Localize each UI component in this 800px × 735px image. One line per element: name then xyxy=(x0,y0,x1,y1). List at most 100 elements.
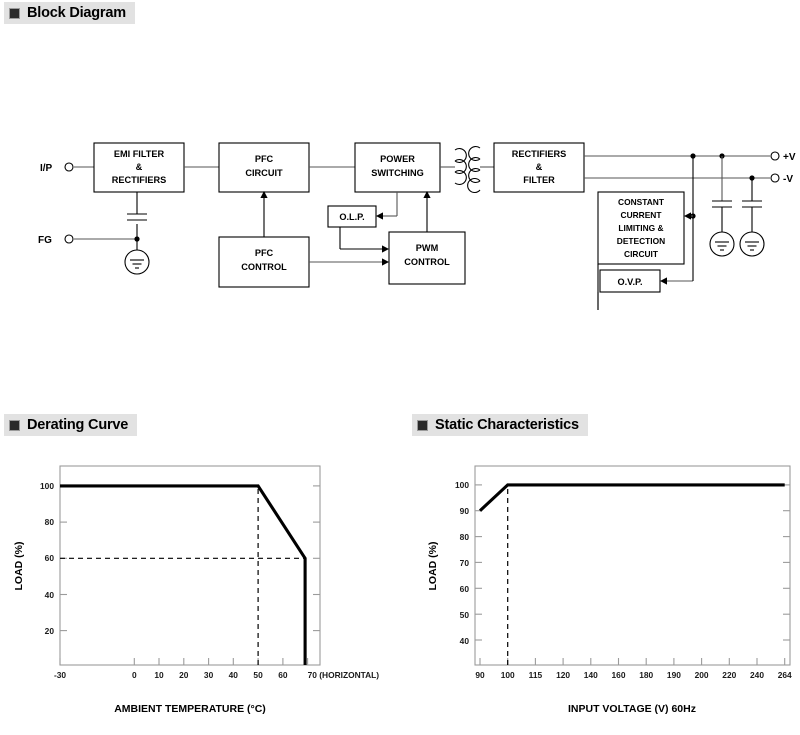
x-axis-labels: -30 0 10 20 30 40 50 60 70 (HORIZONTAL) xyxy=(54,670,379,680)
terminal-label-vpos: +V xyxy=(783,152,796,163)
block-diagram: I/P FG EMI FILTER & RECTIFIERS PFC CIRCU… xyxy=(0,110,800,310)
svg-text:200: 200 xyxy=(695,670,709,680)
derating-curve-chart: 100 80 60 40 20 -30 0 10 20 30 40 50 60 … xyxy=(0,440,400,735)
svg-text:220: 220 xyxy=(722,670,736,680)
svg-text:90: 90 xyxy=(475,670,485,680)
block-rectifiers-filter: RECTIFIERS & FILTER xyxy=(493,142,585,193)
svg-text:80: 80 xyxy=(45,517,55,527)
svg-text:40: 40 xyxy=(460,636,470,646)
svg-text:100: 100 xyxy=(501,670,515,680)
earth-ground-icon xyxy=(124,249,150,275)
plot-area xyxy=(474,465,791,666)
svg-text:LIMITING &: LIMITING & xyxy=(618,223,663,233)
svg-text:100: 100 xyxy=(40,481,54,491)
filled-square-icon xyxy=(417,419,428,431)
svg-text:180: 180 xyxy=(639,670,653,680)
x-axis-title: AMBIENT TEMPERATURE (°C) xyxy=(114,703,266,715)
filled-square-icon xyxy=(9,7,20,19)
filled-square-icon xyxy=(9,419,20,431)
terminal-label-vneg: -V xyxy=(783,174,793,185)
svg-text:CONTROL: CONTROL xyxy=(241,262,287,272)
svg-text:RECTIFIERS: RECTIFIERS xyxy=(512,149,567,159)
svg-text:264: 264 xyxy=(778,670,792,680)
block-pfc-circuit: PFC CIRCUIT xyxy=(218,142,310,193)
section-title: Derating Curve xyxy=(27,416,129,433)
y-axis-title: LOAD (%) xyxy=(427,542,439,591)
terminal-label-ip: I/P xyxy=(40,163,53,174)
terminal-vpos xyxy=(770,151,780,161)
svg-text:O.V.P.: O.V.P. xyxy=(617,277,642,287)
svg-text:40: 40 xyxy=(229,670,239,680)
block-pfc-control: PFC CONTROL xyxy=(218,236,310,288)
terminal-input xyxy=(64,162,74,172)
static-characteristics-chart: 100 90 80 70 60 50 40 90 100 115 120 140… xyxy=(400,440,800,735)
earth-ground-icon xyxy=(739,231,765,257)
plot-area xyxy=(59,465,321,666)
block-power-switching: POWER SWITCHING xyxy=(354,142,441,193)
capacitor-icon xyxy=(127,213,147,221)
section-header-derating-curve: Derating Curve xyxy=(4,414,138,436)
svg-text:&: & xyxy=(536,162,543,172)
svg-text:PFC: PFC xyxy=(255,248,274,258)
transformer-icon xyxy=(454,145,481,194)
svg-text:PFC: PFC xyxy=(255,154,274,164)
block-constant-current-limiting-detection-circuit: CONSTANT CURRENT LIMITING & DETECTION CI… xyxy=(597,191,685,265)
svg-text:30: 30 xyxy=(204,670,214,680)
capacitor-icon xyxy=(742,200,762,208)
terminal-fg xyxy=(64,234,74,244)
svg-text:SWITCHING: SWITCHING xyxy=(371,168,424,178)
x-axis-labels: 90 100 115 120 140 160 180 190 200 220 2… xyxy=(475,670,792,680)
capacitor-icon xyxy=(712,200,732,208)
section-title: Block Diagram xyxy=(27,4,126,21)
svg-text:FILTER: FILTER xyxy=(523,175,555,185)
svg-text:115: 115 xyxy=(529,670,543,680)
svg-text:POWER: POWER xyxy=(380,154,415,164)
svg-text:10: 10 xyxy=(154,670,164,680)
svg-text:CURRENT: CURRENT xyxy=(621,210,663,220)
svg-text:CONTROL: CONTROL xyxy=(404,257,450,267)
svg-text:140: 140 xyxy=(584,670,598,680)
earth-ground-icon xyxy=(709,231,735,257)
svg-text:40: 40 xyxy=(45,590,55,600)
svg-text:&: & xyxy=(136,162,143,172)
svg-text:20: 20 xyxy=(45,626,55,636)
block-ovp: O.V.P. xyxy=(599,269,661,293)
svg-text:20: 20 xyxy=(179,670,189,680)
svg-text:60: 60 xyxy=(278,670,288,680)
svg-text:PWM: PWM xyxy=(416,243,439,253)
terminal-vneg xyxy=(770,173,780,183)
section-header-static-characteristics: Static Characteristics xyxy=(412,414,588,436)
svg-text:DETECTION: DETECTION xyxy=(617,236,665,246)
svg-text:RECTIFIERS: RECTIFIERS xyxy=(112,175,167,185)
y-axis-title: LOAD (%) xyxy=(13,542,25,591)
y-axis-labels: 100 90 80 70 60 50 40 xyxy=(455,480,469,646)
y-axis-labels: 100 80 60 40 20 xyxy=(40,481,54,636)
block-emi-filter-rectifiers: EMI FILTER & RECTIFIERS xyxy=(93,142,185,193)
svg-text:190: 190 xyxy=(667,670,681,680)
svg-text:-30: -30 xyxy=(54,670,66,680)
svg-text:90: 90 xyxy=(460,506,470,516)
svg-text:240: 240 xyxy=(750,670,764,680)
svg-text:70: 70 xyxy=(460,558,470,568)
svg-text:60: 60 xyxy=(45,553,55,563)
x-axis-title: INPUT VOLTAGE (V) 60Hz xyxy=(568,703,696,715)
svg-text:80: 80 xyxy=(460,532,470,542)
block-pwm-control: PWM CONTROL xyxy=(388,231,466,285)
svg-text:160: 160 xyxy=(612,670,626,680)
terminal-label-fg: FG xyxy=(38,235,52,246)
svg-text:CIRCUIT: CIRCUIT xyxy=(624,249,659,259)
svg-text:100: 100 xyxy=(455,480,469,490)
svg-text:50: 50 xyxy=(253,670,263,680)
svg-text:70 (HORIZONTAL): 70 (HORIZONTAL) xyxy=(308,670,380,680)
section-header-block-diagram: Block Diagram xyxy=(4,2,135,24)
svg-text:120: 120 xyxy=(556,670,570,680)
svg-text:O.L.P.: O.L.P. xyxy=(339,212,364,222)
svg-text:CIRCUIT: CIRCUIT xyxy=(245,168,283,178)
svg-text:60: 60 xyxy=(460,584,470,594)
svg-text:CONSTANT: CONSTANT xyxy=(618,197,665,207)
svg-text:0: 0 xyxy=(132,670,137,680)
section-title: Static Characteristics xyxy=(435,416,579,433)
svg-text:EMI FILTER: EMI FILTER xyxy=(114,149,165,159)
svg-text:50: 50 xyxy=(460,610,470,620)
block-olp: O.L.P. xyxy=(327,205,377,228)
